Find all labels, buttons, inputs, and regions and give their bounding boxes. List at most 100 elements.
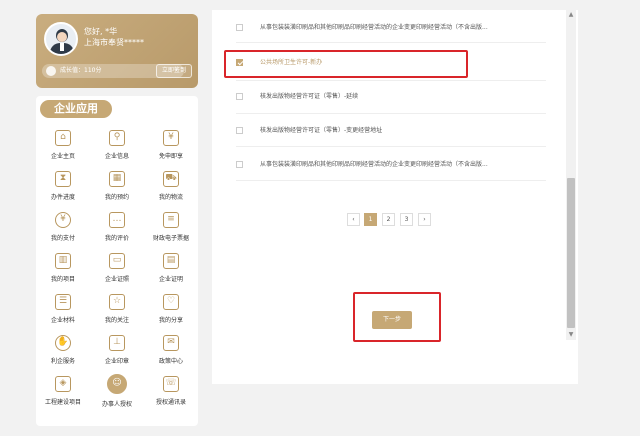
- pagination-page-2[interactable]: 2: [382, 213, 395, 226]
- app-item[interactable]: ⚲ 企业信息: [90, 126, 144, 167]
- app-item[interactable]: ◈ 工程建设项目: [36, 372, 90, 413]
- app-item-label: 企业印章: [104, 358, 129, 365]
- app-item[interactable]: ⧗ 办件进度: [36, 167, 90, 208]
- app-item-label: 办事人授权: [101, 401, 132, 408]
- checkbox[interactable]: [236, 24, 243, 31]
- app-item-label: 政策中心: [158, 358, 183, 365]
- app-item[interactable]: ⌂ 企业主页: [36, 126, 90, 167]
- scrollbar-thumb[interactable]: [567, 178, 575, 328]
- app-item[interactable]: ▤ 企业证明: [144, 249, 198, 290]
- app-item[interactable]: ⛟ 我的物流: [144, 167, 198, 208]
- service-icon: ✋: [55, 335, 71, 351]
- app-item[interactable]: ¥ 免申即享: [144, 126, 198, 167]
- follow-icon: ☆: [109, 294, 125, 310]
- apps-grid: ⌂ 企业主页 ⚲ 企业信息 ¥ 免申即享 ⧗ 办件进度 ▦ 我的预约 ⛟ 我的物流 ¥ 我的支付 … 我的评价…: [36, 126, 198, 413]
- scroll-up-arrow-icon[interactable]: ▲: [566, 10, 576, 20]
- list-item-text: 核发出版物经营许可证（零售）-变更经营地址: [260, 127, 383, 134]
- greeting-text: 您好, *华: [84, 27, 118, 36]
- list-item-text: 核发出版物经营许可证（零售）-延续: [260, 93, 359, 100]
- list-item-text: 从事包装装潢印刷品和其他印刷品印刷经营活动的企业变更印刷经营活动（不含出版...: [260, 161, 488, 168]
- app-item-label: 免申即享: [158, 153, 183, 160]
- medal-icon: [46, 66, 56, 76]
- checkbox[interactable]: [236, 93, 243, 100]
- app-item[interactable]: ≡ 财政电子票据: [144, 208, 198, 249]
- page: 您好, *华 上海市奉贤***** 成长值：110分 › 立即签到 企业应用 ⌂…: [0, 0, 640, 436]
- enterprise-apps-panel: 企业应用 ⌂ 企业主页 ⚲ 企业信息 ¥ 免申即享 ⧗ 办件进度 ▦ 我的预约 ⛟ 我的物流 ¥ 我的支付…: [36, 96, 198, 426]
- receipt-icon: ≡: [163, 212, 179, 228]
- app-item[interactable]: ♡ 我的分享: [144, 290, 198, 331]
- pagination-page-1[interactable]: 1: [364, 213, 377, 226]
- license-icon: ▭: [109, 253, 125, 269]
- authorize-person-icon: ☺: [107, 374, 127, 394]
- divider: [236, 146, 546, 147]
- divider: [236, 42, 546, 43]
- app-item[interactable]: ☏ 授权通讯录: [144, 372, 198, 413]
- app-item-label: 我的支付: [50, 235, 75, 242]
- list-item[interactable]: 核发出版物经营许可证（零售）-变更经营地址: [236, 124, 556, 138]
- list-item-text: 从事包装装潢印刷品和其他印刷品印刷经营活动的企业变更印刷经营活动（不含出版...: [260, 24, 488, 31]
- app-item-label: 企业证照: [104, 276, 129, 283]
- app-item[interactable]: ▦ 我的预约: [90, 167, 144, 208]
- truck-icon: ⛟: [163, 171, 179, 187]
- pagination-prev-button[interactable]: ‹: [347, 213, 360, 226]
- app-item-label: 企业信息: [104, 153, 129, 160]
- next-step-button[interactable]: 下一步: [372, 311, 412, 329]
- pagination-page-3[interactable]: 3: [400, 213, 413, 226]
- app-item[interactable]: ✉ 政策中心: [144, 331, 198, 372]
- app-item-label: 我的物流: [158, 194, 183, 201]
- app-item[interactable]: ✋ 利企服务: [36, 331, 90, 372]
- certificate-icon: ▤: [163, 253, 179, 269]
- home-icon: ⌂: [55, 130, 71, 146]
- calendar-icon: ▦: [109, 171, 125, 187]
- sign-in-button[interactable]: 立即签到: [156, 64, 192, 78]
- app-item[interactable]: ▥ 我的项目: [36, 249, 90, 290]
- user-greeting: 您好, *华 上海市奉贤*****: [84, 26, 144, 48]
- divider: [236, 113, 546, 114]
- app-item-label: 我的关注: [104, 317, 129, 324]
- seal-icon: ⊥: [109, 335, 125, 351]
- list-item[interactable]: 从事包装装潢印刷品和其他印刷品印刷经营活动的企业变更印刷经营活动（不含出版...: [236, 21, 556, 35]
- list-item[interactable]: 从事包装装潢印刷品和其他印刷品印刷经营活动的企业变更印刷经营活动（不含出版...: [236, 158, 556, 172]
- apps-title: 企业应用: [40, 100, 112, 118]
- user-card: 您好, *华 上海市奉贤***** 成长值：110分 › 立即签到: [36, 14, 198, 88]
- divider: [236, 80, 546, 81]
- checkbox[interactable]: [236, 161, 243, 168]
- district-text: 上海市奉贤*****: [84, 38, 144, 47]
- app-item[interactable]: ☺ 办事人授权: [90, 372, 144, 413]
- app-item-label: 财政电子票据: [152, 235, 189, 242]
- app-item-label: 利企服务: [50, 358, 75, 365]
- app-item-label: 我的预约: [104, 194, 129, 201]
- payment-icon: ¥: [55, 212, 71, 228]
- company-info-icon: ⚲: [109, 130, 125, 146]
- policy-icon: ✉: [163, 335, 179, 351]
- hourglass-icon: ⧗: [55, 171, 71, 187]
- construction-icon: ◈: [55, 376, 71, 392]
- avatar: [44, 22, 78, 56]
- checkbox[interactable]: [236, 127, 243, 134]
- app-item-label: 办件进度: [50, 194, 75, 201]
- contacts-icon: ☏: [163, 376, 179, 392]
- app-item-label: 企业材料: [50, 317, 75, 324]
- list-item[interactable]: 核发出版物经营许可证（零售）-延续: [236, 90, 556, 104]
- app-item-label: 我的分享: [158, 317, 183, 324]
- app-item[interactable]: … 我的评价: [90, 208, 144, 249]
- app-item[interactable]: ☰ 企业材料: [36, 290, 90, 331]
- share-icon: ♡: [163, 294, 179, 310]
- app-item-label: 企业主页: [50, 153, 75, 160]
- app-item[interactable]: ⊥ 企业印章: [90, 331, 144, 372]
- app-item[interactable]: ▭ 企业证照: [90, 249, 144, 290]
- books-icon: ▥: [55, 253, 71, 269]
- app-item-label: 我的评价: [104, 235, 129, 242]
- app-item[interactable]: ☆ 我的关注: [90, 290, 144, 331]
- app-item[interactable]: ¥ 我的支付: [36, 208, 90, 249]
- comment-icon: …: [109, 212, 125, 228]
- pagination-next-button[interactable]: ›: [418, 213, 431, 226]
- app-item-label: 授权通讯录: [155, 399, 186, 406]
- app-item-label: 企业证明: [158, 276, 183, 283]
- scroll-down-arrow-icon[interactable]: ▼: [566, 330, 576, 340]
- document-icon: ☰: [55, 294, 71, 310]
- app-item-label: 工程建设项目: [44, 399, 81, 406]
- growth-level-label: 成长值：110分: [60, 67, 102, 74]
- divider: [236, 180, 546, 181]
- app-item-label: 我的项目: [50, 276, 75, 283]
